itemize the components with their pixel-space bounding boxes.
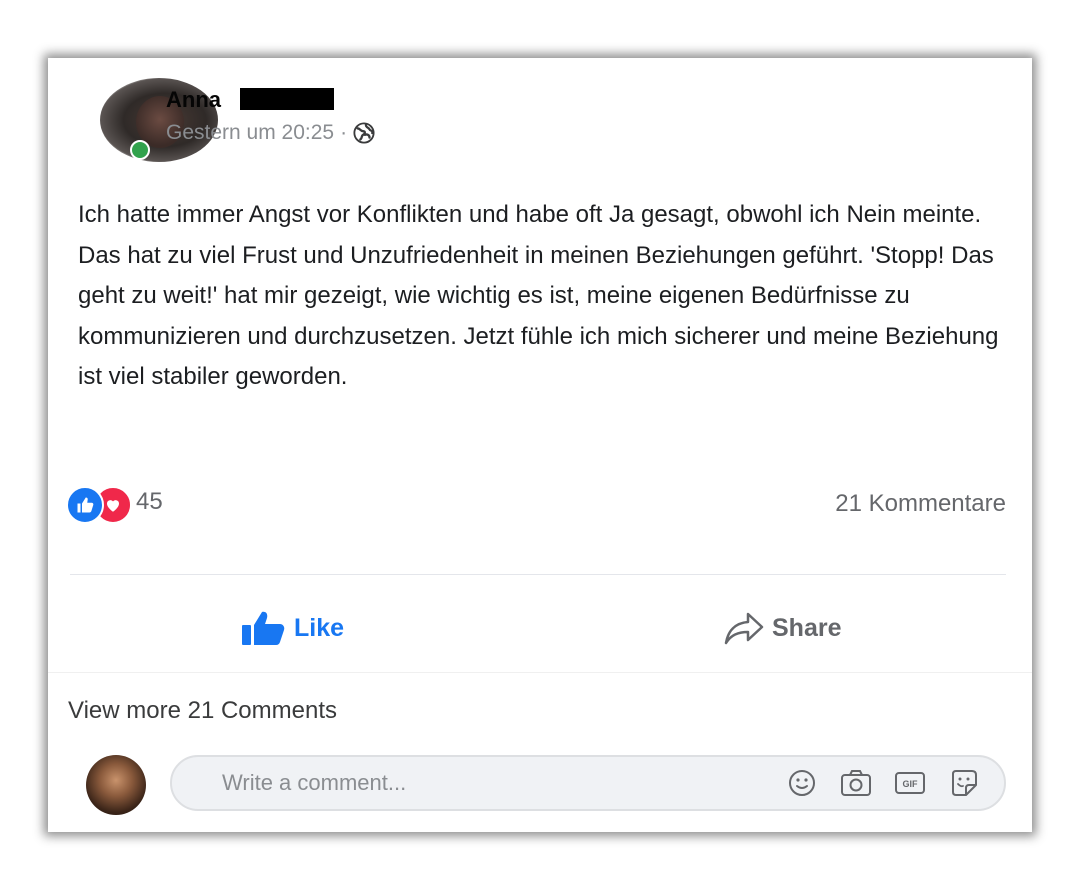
online-status-indicator xyxy=(130,140,150,160)
share-button[interactable]: Share xyxy=(724,611,841,645)
svg-text:GIF: GIF xyxy=(903,779,919,789)
globe-icon[interactable] xyxy=(353,122,375,144)
meta-separator: · xyxy=(340,121,348,144)
share-arrow-icon xyxy=(724,612,764,645)
sticker-icon[interactable] xyxy=(948,767,980,799)
share-label: Share xyxy=(772,613,842,642)
post-body-text: Ich hatte immer Angst vor Konflikten und… xyxy=(78,201,999,390)
post-timestamp[interactable]: Gestern um 20:25 xyxy=(166,121,334,145)
author-name[interactable]: Anna xyxy=(166,87,221,113)
emoji-icon[interactable] xyxy=(786,767,818,799)
comments-section: View more 21 Comments Write a comment...… xyxy=(48,672,1032,832)
redacted-surname xyxy=(240,88,334,110)
post-meta: Gestern um 20:25 · xyxy=(166,121,375,145)
like-label: Like xyxy=(294,613,345,642)
like-button[interactable]: Like xyxy=(242,611,344,645)
camera-icon[interactable] xyxy=(840,767,872,799)
reaction-count: 45 xyxy=(136,488,163,515)
comment-tools: GIF xyxy=(786,767,980,799)
current-user-avatar[interactable] xyxy=(86,755,146,815)
view-more-comments-link[interactable]: View more 21 Comments xyxy=(68,697,337,725)
comment-input[interactable] xyxy=(220,769,744,797)
divider xyxy=(70,574,1006,575)
like-reaction-icon xyxy=(66,486,104,524)
post-card: Anna Gestern um 20:25 · Ich hatte immer … xyxy=(48,58,1032,832)
thumbs-up-icon xyxy=(242,611,285,645)
comment-box[interactable]: GIF xyxy=(170,755,1006,811)
comments-count-link[interactable]: 21 Kommentare xyxy=(835,490,1006,518)
reaction-summary[interactable]: 45 xyxy=(66,486,163,524)
gif-icon[interactable]: GIF xyxy=(894,767,926,799)
